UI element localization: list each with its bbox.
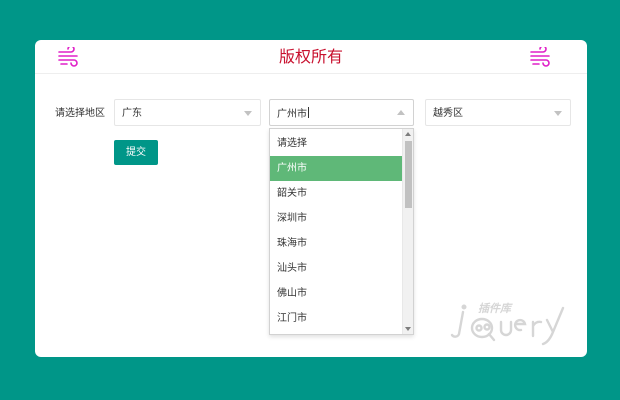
- province-value: 广东: [122, 108, 142, 119]
- chevron-down-icon: [244, 111, 252, 116]
- main-card: 版权所有 请选择地区 广东 广州市 越秀区 提交 请选择 广州市 韶关市 深圳市…: [35, 40, 587, 357]
- province-select[interactable]: 广东: [114, 99, 261, 126]
- city-select[interactable]: 广州市: [269, 99, 414, 126]
- city-value: 广州市: [277, 107, 309, 120]
- dropdown-option[interactable]: 汕头市: [270, 256, 403, 281]
- dropdown-scrollbar[interactable]: [402, 129, 413, 334]
- region-label: 请选择地区: [55, 108, 105, 119]
- dropdown-option[interactable]: 深圳市: [270, 206, 403, 231]
- dropdown-option[interactable]: 江门市: [270, 306, 403, 331]
- submit-button[interactable]: 提交: [114, 140, 158, 165]
- district-select[interactable]: 越秀区: [425, 99, 571, 126]
- jquery-logo-icon: [450, 304, 565, 346]
- dropdown-option[interactable]: 请选择: [270, 131, 403, 156]
- scrollbar-thumb[interactable]: [405, 141, 412, 208]
- page-title: 版权所有: [278, 47, 343, 66]
- chevron-down-icon: [554, 111, 562, 116]
- dropdown-option[interactable]: 广州市: [270, 156, 403, 181]
- chevron-up-icon: [397, 110, 405, 115]
- dropdown-option[interactable]: 韶关市: [270, 181, 403, 206]
- wind-icon: [530, 47, 550, 67]
- header-bar: 版权所有: [35, 40, 587, 74]
- dropdown-option[interactable]: 珠海市: [270, 231, 403, 256]
- watermark-text: 插件库: [478, 302, 511, 315]
- jquery-watermark-logo: 插件库: [449, 298, 579, 348]
- dropdown-option[interactable]: 佛山市: [270, 281, 403, 306]
- city-dropdown: 请选择 广州市 韶关市 深圳市 珠海市 汕头市 佛山市 江门市: [269, 128, 414, 335]
- text-caret: [308, 107, 309, 118]
- district-value: 越秀区: [433, 108, 463, 119]
- scroll-down-arrow-icon[interactable]: [405, 327, 411, 331]
- scroll-up-arrow-icon[interactable]: [405, 132, 411, 136]
